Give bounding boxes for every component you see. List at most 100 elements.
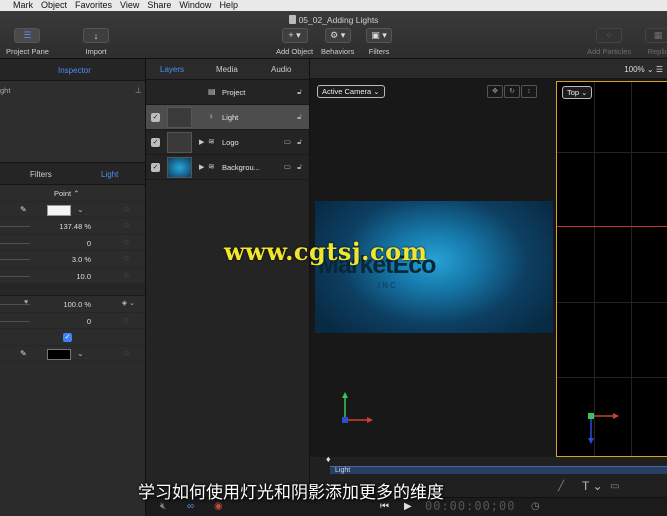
document-icon — [288, 15, 296, 24]
tab-audio[interactable]: Audio — [271, 65, 291, 74]
lock-icon[interactable]: 🔓︎ — [297, 137, 302, 147]
light-type-row: Point ⌃ — [0, 185, 145, 202]
falloff-start-row: 3.0 % ◇ — [0, 251, 145, 268]
add-particles-button[interactable]: ⁘ Add Particles — [587, 28, 631, 56]
light-type-select[interactable]: Point ⌃ — [54, 189, 79, 198]
project-pane-button[interactable]: ☰ Project Pane — [6, 28, 49, 56]
menu-view[interactable]: View — [116, 0, 143, 11]
menu-favorites[interactable]: Favorites — [71, 0, 116, 11]
sidebar-icon: ☰ — [14, 28, 41, 43]
pen-icon[interactable]: ╱ — [558, 481, 564, 492]
shadow-softness-value[interactable]: 0 — [41, 317, 91, 326]
pan-icon[interactable]: ✥ — [487, 85, 503, 98]
layer-row-background[interactable]: ✓ ▶ ≋ Backgrou... ▭ 🔓︎ — [146, 155, 309, 180]
color-row: ✎ ⌄ ◇ — [0, 201, 145, 218]
plus-icon: + ▾ — [281, 28, 308, 43]
disclosure-triangle-icon[interactable]: ▶ — [199, 138, 204, 146]
link-icon[interactable]: ▭ — [284, 137, 291, 146]
lock-icon[interactable]: 🔓︎ — [297, 162, 302, 172]
falloff-value[interactable]: 0 — [41, 239, 91, 248]
filters-button[interactable]: ▣ ▾ Filters — [366, 28, 392, 56]
replicate-button[interactable]: ▦ Replic — [645, 28, 667, 56]
layer-row-logo[interactable]: ✓ ▶ ≋ Logo ▭ 🔓︎ — [146, 130, 309, 155]
layer-visibility-checkbox[interactable]: ✓ — [151, 113, 160, 122]
menu-mark[interactable]: Mark — [0, 0, 37, 11]
menu-object[interactable]: Object — [37, 0, 71, 11]
window-title: 05_02_Adding Lights — [0, 15, 667, 25]
keyframe-icon[interactable]: ◇ — [124, 254, 129, 262]
keyframe-icon[interactable]: ◇ — [124, 221, 129, 229]
menu-share[interactable]: Share — [143, 0, 175, 11]
heart-icon: ♥ — [24, 299, 29, 306]
playhead-icon[interactable]: ♦ — [326, 454, 331, 464]
layer-thumbnail — [167, 157, 192, 178]
eyedropper-icon[interactable]: ✎ — [20, 205, 27, 214]
download-icon: ↓ — [83, 28, 109, 43]
inspector-panel: Inspector ght ⊥ Filters Light Point ⌃ ✎ … — [0, 59, 146, 516]
shadow-opacity-value[interactable]: 100.0 % — [41, 300, 91, 309]
tab-media[interactable]: Media — [216, 65, 238, 74]
dolly-icon[interactable]: ↕ — [521, 85, 537, 98]
timecode-icon[interactable]: ◷ — [531, 501, 540, 512]
axis-gizmo — [342, 392, 373, 423]
tab-light[interactable]: Light — [101, 170, 118, 179]
inspector-title[interactable]: Inspector — [58, 66, 91, 75]
menu-help[interactable]: Help — [215, 0, 242, 11]
shadow-checkbox[interactable]: ✓ — [63, 333, 72, 342]
active-camera-viewport[interactable]: MarketEco INC — [315, 201, 553, 333]
attenuation-row: 10.0 ◇ — [0, 267, 145, 284]
text-tool-icon[interactable]: T ⌄ — [582, 479, 603, 493]
color-well[interactable] — [47, 204, 71, 216]
keyframe-icon[interactable]: ◇ — [124, 238, 129, 246]
tab-layers[interactable]: Layers — [160, 65, 184, 74]
keyframe-icon[interactable]: ◇ — [124, 316, 129, 324]
inspector-preview: ght ⊥ — [0, 81, 145, 163]
tab-filters[interactable]: Filters — [30, 170, 52, 179]
intensity-value[interactable]: 137.48 % — [41, 222, 91, 231]
filters-icon: ▣ ▾ — [366, 28, 392, 43]
lock-icon[interactable]: 🔓︎ — [297, 112, 302, 122]
add-object-button[interactable]: + ▾ Add Object — [276, 28, 313, 56]
timeline-layer-bar[interactable]: Light — [330, 466, 667, 474]
layers-panel: Layers Media Audio ▤ Project 🔓︎ ✓ ♀ Ligh… — [146, 59, 310, 516]
layer-row-project[interactable]: ▤ Project 🔓︎ — [146, 80, 309, 105]
shadow-color-well[interactable] — [47, 348, 71, 360]
import-button[interactable]: ↓ Import — [83, 28, 109, 56]
keyframe-icon[interactable]: ◇ — [124, 205, 129, 213]
keyframe-menu-icon[interactable]: ◈ ⌄ — [122, 299, 135, 307]
camera-menu[interactable]: Active Camera ⌄ — [317, 85, 385, 98]
orbit-icon[interactable]: ↻ — [504, 85, 520, 98]
attenuation-value[interactable]: 10.0 — [41, 272, 91, 281]
chevron-down-icon[interactable]: ⌄ — [77, 349, 84, 358]
keyframe-icon[interactable]: ◇ — [124, 349, 129, 357]
layer-row-light[interactable]: ✓ ♀ Light 🔓︎ — [146, 105, 309, 130]
keyframe-icon[interactable]: ◇ — [124, 271, 129, 279]
softness-slider[interactable] — [0, 320, 30, 322]
falloff-slider[interactable] — [0, 242, 30, 244]
lock-icon[interactable]: 🔓︎ — [297, 87, 302, 97]
pin-icon[interactable]: ⊥ — [135, 86, 142, 95]
falloff-start-slider[interactable] — [0, 259, 30, 260]
falloff-row: 0 ◇ — [0, 234, 145, 251]
top-view-menu[interactable]: Top ⌄ — [562, 86, 593, 99]
layer-visibility-checkbox[interactable]: ✓ — [151, 138, 160, 147]
intensity-slider[interactable] — [0, 226, 30, 227]
inspector-header: Inspector — [0, 59, 145, 81]
behaviors-button[interactable]: ⚙ ▾ Behaviors — [321, 28, 354, 56]
chevron-down-icon[interactable]: ⌄ — [77, 205, 84, 214]
zoom-level[interactable]: 100% ⌄ ☰ — [624, 65, 663, 74]
mask-icon[interactable]: ▭ — [610, 481, 619, 492]
disclosure-triangle-icon[interactable]: ▶ — [199, 163, 204, 171]
falloff-start-value[interactable]: 3.0 % — [41, 255, 91, 264]
top-view-viewport[interactable]: Top ⌄ — [556, 81, 667, 457]
particles-icon: ⁘ — [596, 28, 623, 43]
attenuation-slider[interactable] — [0, 275, 30, 277]
gear-icon: ⚙ ▾ — [324, 28, 351, 43]
layer-visibility-checkbox[interactable]: ✓ — [151, 163, 160, 172]
link-icon[interactable]: ▭ — [284, 162, 291, 171]
canvas-toolbar: 100% ⌄ ☰ — [310, 59, 667, 79]
menu-window[interactable]: Window — [175, 0, 215, 11]
shadow-toggle-row: ✓ — [0, 329, 145, 346]
eyedropper-icon[interactable]: ✎ — [20, 349, 27, 358]
camera-tools: ✥ ↻ ↕ — [487, 85, 537, 98]
